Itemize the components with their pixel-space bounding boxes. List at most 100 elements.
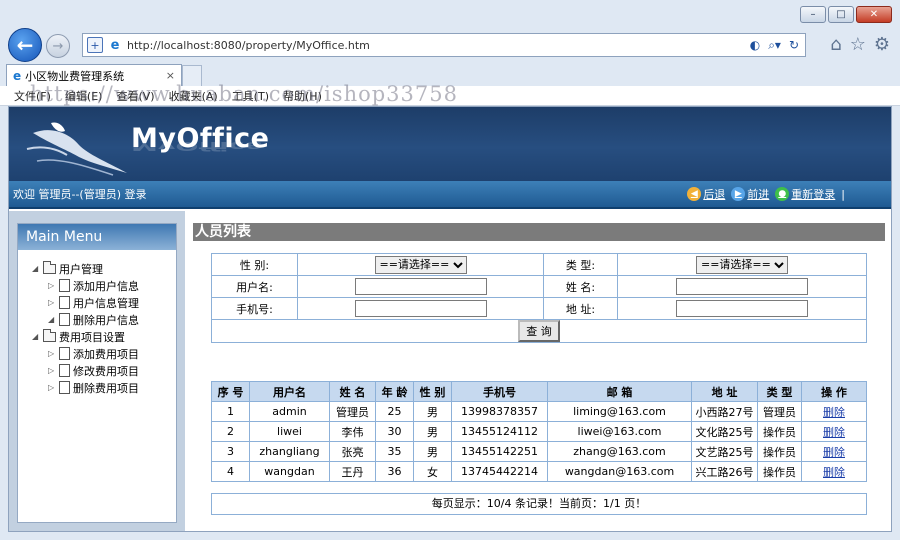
cell-phone: 13745442214 [451,461,548,482]
cell-type: 管理员 [757,401,802,422]
type-label: 类 型: [543,253,618,276]
tree-item-user-manage[interactable]: ▷ 用户信息管理 [32,294,176,311]
col-name: 姓 名 [329,381,376,402]
tree-item-add-fee[interactable]: ▷ 添加费用项目 [32,345,176,362]
tree-item-label: 添加费用项目 [73,347,139,361]
phone-input[interactable] [354,300,487,317]
expand-toggle-icon[interactable]: ◢ [32,332,43,341]
cell-id: 2 [211,421,250,442]
cell-age: 30 [375,421,414,442]
col-phone: 手机号 [451,381,548,402]
cell-username: liwei [249,421,330,442]
nav-forward-link[interactable]: ▶ 前进 [731,186,769,202]
gender-cell: ==请选择== [297,253,544,276]
menu-favorites[interactable]: 收藏夹(A) [169,88,218,104]
name-input[interactable] [676,278,808,295]
refresh-icon[interactable]: ↻ [789,38,799,53]
settings-gear-icon[interactable]: ⚙ [874,34,890,55]
username-cell [297,275,544,298]
cell-address: 小西路27号 [691,401,758,422]
address-input[interactable] [676,300,808,317]
document-icon [59,347,70,360]
collapse-toggle-icon: ▷ [48,281,55,290]
document-icon [59,364,70,377]
cell-id: 4 [211,461,250,482]
pagination-info: 每页显示：10/4 条记录！当前页：1/1 页！ [211,493,867,515]
cell-name: 李伟 [329,421,376,442]
collapse-toggle-icon: ▷ [48,383,55,392]
menu-tree: ◢ 用户管理 ▷ 添加用户信息 ▷ 用户信息管理 ◢ 删除用户信息 ◢ 费用项目… [18,250,176,396]
compat-view-icon[interactable]: ◐ [750,38,760,53]
tree-item-delete-user[interactable]: ◢ 删除用户信息 [32,311,176,328]
search-button[interactable]: 查 询 [518,320,560,342]
close-window-button[interactable]: ✕ [856,6,892,23]
cell-age: 36 [375,461,414,482]
delete-link[interactable]: 删除 [823,446,845,459]
cell-email: wangdan@163.com [547,461,692,482]
user-table: 序 号 用户名 姓 名 年 龄 性 别 手机号 邮 箱 地 址 类 型 操 作 … [211,381,867,482]
tree-item-label: 修改费用项目 [73,364,139,378]
cell-address: 兴工路26号 [691,461,758,482]
site-shield-icon: + [87,37,103,53]
tree-group-fee-settings[interactable]: ◢ 费用项目设置 [32,328,176,345]
nav-back-link[interactable]: ◀ 后退 [687,186,725,202]
username-input[interactable] [354,278,487,295]
favorites-star-icon[interactable]: ☆ [850,34,866,55]
maximize-button[interactable]: □ [828,6,854,23]
home-icon[interactable]: ⌂ [830,34,841,55]
new-tab-button[interactable] [182,65,202,86]
col-email: 邮 箱 [547,381,692,402]
tree-item-edit-fee[interactable]: ▷ 修改费用项目 [32,362,176,379]
table-row: 2 liwei 李伟 30 男 13455124112 liwei@163.co… [211,421,867,442]
menu-view[interactable]: 查看(V) [116,88,154,104]
tree-group-user-management[interactable]: ◢ 用户管理 [32,260,176,277]
cell-name: 管理员 [329,401,376,422]
menu-file[interactable]: 文件(F) [14,88,51,104]
document-icon [59,296,70,309]
menu-edit[interactable]: 编辑(E) [65,88,103,104]
menu-help[interactable]: 帮助(H) [283,88,322,104]
forward-arrow-icon: → [52,38,64,54]
cell-id: 1 [211,401,250,422]
forward-button[interactable]: → [46,34,70,58]
type-select[interactable]: ==请选择== [696,255,788,274]
nav-divider: | [841,187,845,201]
tree-item-label: 用户信息管理 [73,296,139,310]
address-bar[interactable]: + e http://localhost:8080/property/MyOff… [82,33,806,57]
tree-item-delete-fee[interactable]: ▷ 删除费用项目 [32,379,176,396]
col-id: 序 号 [211,381,250,402]
cell-action: 删除 [801,441,867,462]
cell-email: liming@163.com [547,401,692,422]
site-logo-reflection: MyOffice [131,139,263,153]
browser-tab[interactable]: e 小区物业费管理系统 × [6,64,182,86]
address-url[interactable]: http://localhost:8080/property/MyOffice.… [127,39,370,52]
gender-select[interactable]: ==请选择== [374,255,467,274]
delete-link[interactable]: 删除 [823,406,845,419]
nav-relogin-link[interactable]: ● 重新登录 [775,186,835,202]
cell-username: admin [249,401,330,422]
cell-action: 删除 [801,461,867,482]
minimize-button[interactable]: – [800,6,826,23]
collapse-toggle-icon: ▷ [48,366,55,375]
username-label: 用户名: [211,275,298,298]
tree-group-label: 用户管理 [59,262,103,276]
site-banner: MyOffice MyOffice [9,107,891,181]
welcome-bar: 欢迎 管理员--(管理员) 登录 ◀ 后退 ▶ 前进 ● 重新登录 | [9,181,891,209]
document-icon [59,313,70,326]
delete-link[interactable]: 删除 [823,426,845,439]
cell-name: 王丹 [329,461,376,482]
expand-toggle-icon[interactable]: ◢ [32,264,43,273]
cell-username: zhangliang [249,441,330,462]
cell-type: 操作员 [757,461,802,482]
search-icon[interactable]: ⌕▾ [768,38,781,53]
main-content: 人员列表 性 别: ==请选择== 类 型: ==请选择== 用户名: 姓 名:… [185,211,891,531]
col-gender: 性 别 [413,381,452,402]
address-cell [617,297,867,320]
delete-link[interactable]: 删除 [823,466,845,479]
table-row: 4 wangdan 王丹 36 女 13745442214 wangdan@16… [211,461,867,482]
back-button[interactable]: ← [8,28,42,62]
menu-tools[interactable]: 工具(T) [232,88,269,104]
tab-close-icon[interactable]: × [166,69,175,82]
cell-phone: 13455124112 [451,421,548,442]
tree-item-add-user[interactable]: ▷ 添加用户信息 [32,277,176,294]
